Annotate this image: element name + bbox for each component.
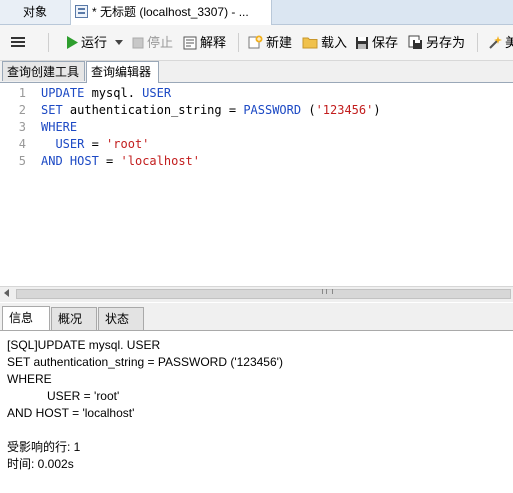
sql-keyword: USER: [142, 86, 172, 100]
sql-string: '123456': [315, 103, 374, 117]
sql-keyword: AND: [41, 154, 63, 168]
explain-icon: [183, 36, 197, 50]
load-button[interactable]: 载入: [302, 25, 347, 60]
line-number: 1: [18, 86, 26, 100]
menu-icon[interactable]: [11, 35, 25, 49]
sql-line[interactable]: 5 AND HOST = 'localhost': [0, 153, 200, 169]
run-label: 运行: [81, 35, 108, 50]
beautify-wand-icon: [489, 36, 502, 49]
explain-button[interactable]: 解释: [183, 25, 226, 60]
sql-text: authentication_string =: [62, 103, 244, 117]
dropdown-arrow-icon: [115, 40, 123, 46]
editor-horizontal-scrollbar[interactable]: [0, 286, 513, 302]
query-tab-title: * 无标题 (localhost_3307) - ...: [92, 5, 249, 19]
sql-text: ): [373, 103, 381, 117]
save-as-label: 另存为: [426, 35, 466, 50]
result-panel-tabs: 信息 概况 状态: [0, 303, 513, 331]
save-label: 保存: [372, 35, 399, 50]
message-line: 受影响的行: 1: [7, 440, 81, 454]
sql-keyword: PASSWORD: [243, 103, 302, 117]
tab-info[interactable]: 信息: [2, 306, 50, 330]
explain-label: 解释: [200, 35, 227, 50]
line-number: 3: [18, 120, 26, 134]
sql-line[interactable]: 4 USER = 'root': [0, 136, 150, 152]
sql-text: mysql.: [84, 86, 143, 100]
sql-text: =: [98, 154, 121, 168]
query-toolbar: 运行 停止 解释 新建 载入 保存 另存为 美: [0, 25, 513, 61]
scrollbar-grip: [322, 289, 333, 294]
toolbar-separator: [48, 33, 49, 52]
sql-text: (: [301, 103, 316, 117]
sql-keyword: UPDATE: [41, 86, 85, 100]
load-folder-icon: [302, 37, 318, 49]
message-line: 时间: 0.002s: [7, 457, 74, 471]
message-line: AND HOST = 'localhost': [7, 406, 135, 420]
line-number: 2: [18, 103, 26, 117]
tab-overview[interactable]: 概况: [51, 307, 97, 330]
toolbar-separator: [477, 33, 478, 52]
query-tab-icon: [75, 5, 88, 18]
sql-keyword: USER: [41, 137, 85, 151]
sql-keyword: WHERE: [41, 120, 78, 134]
stop-label: 停止: [147, 35, 174, 50]
toolbar-separator: [238, 33, 239, 52]
sql-keyword: SET: [41, 103, 63, 117]
tab-query-editor[interactable]: 查询编辑器: [86, 61, 159, 83]
sql-line[interactable]: 2 SET authentication_string = PASSWORD ('…: [0, 102, 381, 118]
beautify-button[interactable]: 美: [487, 25, 513, 60]
stop-button[interactable]: 停止: [132, 25, 173, 60]
save-icon: [356, 36, 368, 49]
beautify-label: 美: [505, 35, 513, 50]
new-query-icon: [248, 35, 263, 49]
line-number: 4: [18, 137, 26, 151]
info-message-area: [SQL]UPDATE mysql. USER SET authenticatio…: [0, 331, 513, 493]
new-query-label: 新建: [266, 35, 293, 50]
message-line: SET authentication_string = PASSWORD ('1…: [7, 355, 283, 369]
scroll-left-arrow[interactable]: [4, 289, 9, 297]
run-icon: [67, 36, 78, 50]
save-as-button[interactable]: 另存为: [408, 25, 465, 60]
sql-string: 'localhost': [120, 154, 200, 168]
tab-status[interactable]: 状态: [98, 307, 144, 330]
run-dropdown[interactable]: [115, 25, 126, 60]
sql-line[interactable]: 1 UPDATE mysql. USER: [0, 85, 171, 101]
load-label: 载入: [321, 35, 348, 50]
sql-editor[interactable]: 1 UPDATE mysql. USER 2 SET authentication_s…: [0, 83, 513, 286]
scrollbar-thumb[interactable]: [16, 289, 511, 299]
document-tab-strip: 对象 * 无标题 (localhost_3307) - ...: [0, 0, 513, 25]
message-line: WHERE: [7, 372, 52, 386]
line-number: 5: [18, 154, 26, 168]
new-query-button[interactable]: 新建: [248, 25, 292, 60]
tab-objects[interactable]: 对象: [0, 0, 71, 24]
tab-query-untitled[interactable]: * 无标题 (localhost_3307) - ...: [71, 0, 272, 25]
message-line: [SQL]UPDATE mysql. USER: [7, 338, 161, 352]
message-line: USER = 'root': [7, 389, 120, 403]
save-button[interactable]: 保存: [355, 25, 398, 60]
stop-icon: [132, 37, 144, 49]
tab-query-builder[interactable]: 查询创建工具: [2, 61, 85, 81]
editor-mode-tabs: 查询创建工具 查询编辑器: [0, 61, 513, 83]
sql-line[interactable]: 3 WHERE: [0, 119, 77, 135]
run-button[interactable]: 运行: [66, 25, 107, 60]
sql-text: =: [84, 137, 107, 151]
sql-string: 'root': [106, 137, 150, 151]
save-as-icon: [408, 35, 422, 50]
sql-keyword: HOST: [69, 154, 99, 168]
